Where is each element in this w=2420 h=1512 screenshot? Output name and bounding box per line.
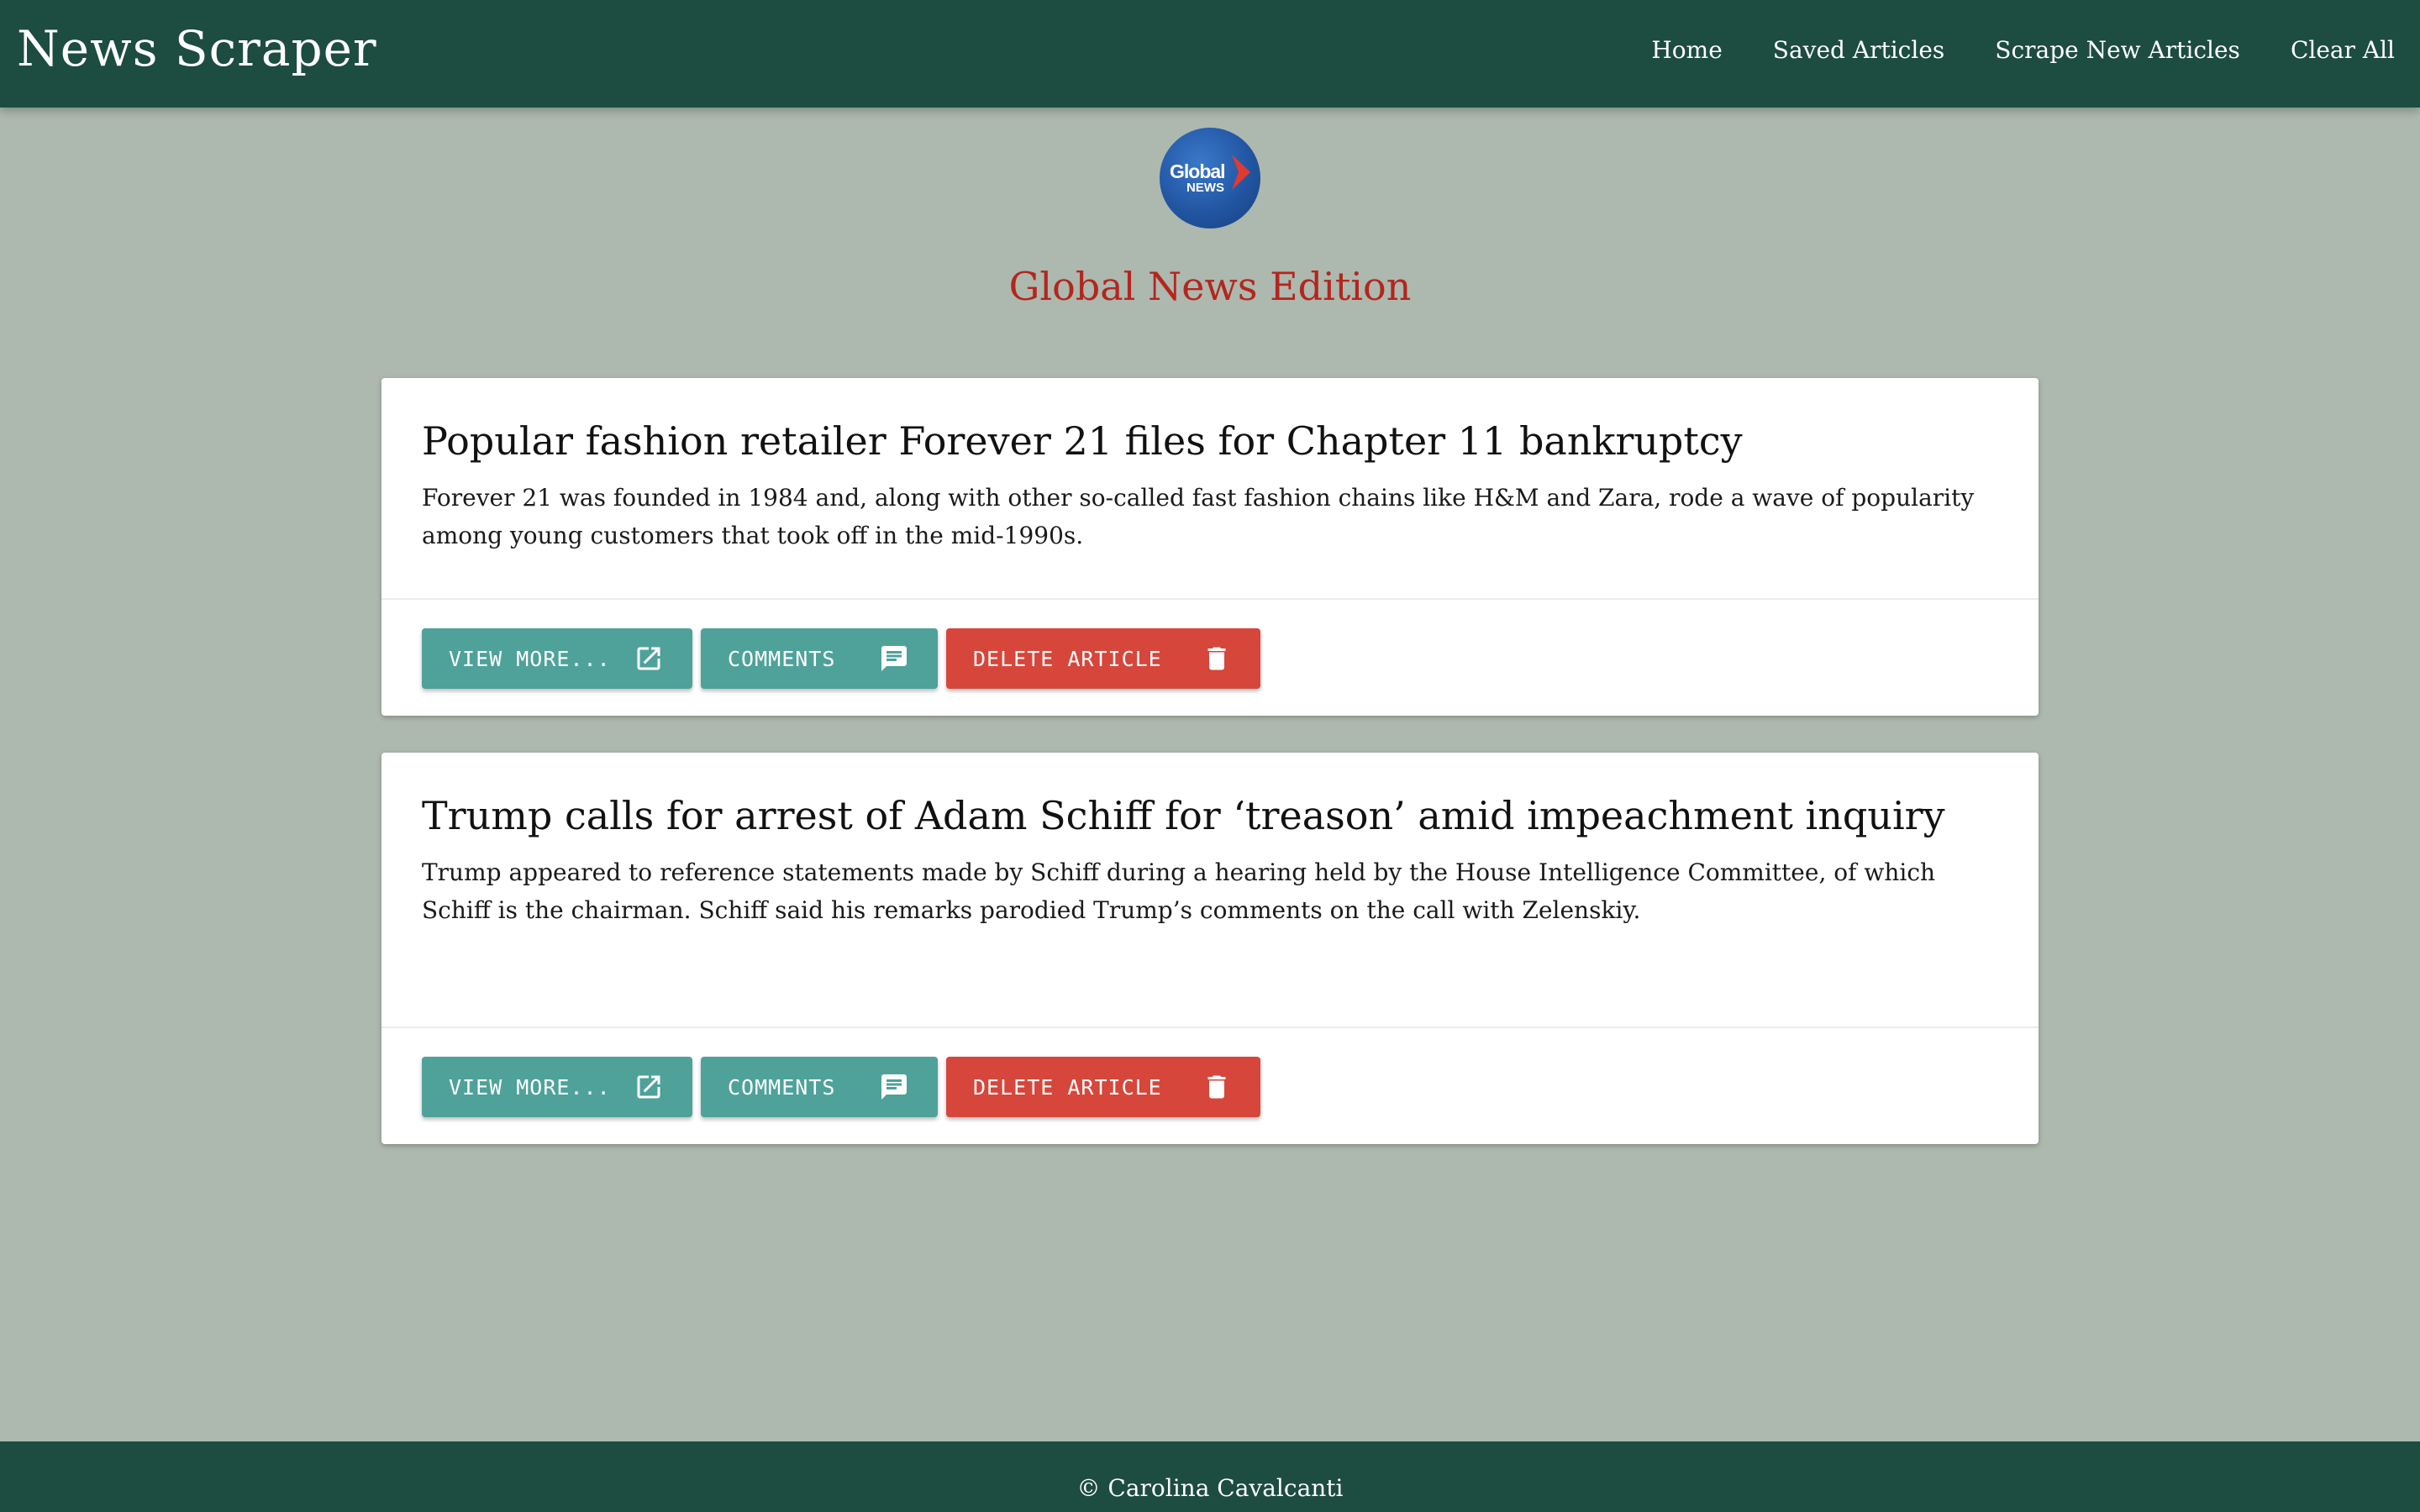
nav-home-link[interactable]: Home	[1651, 30, 1722, 71]
article-actions: VIEW MORE... COMMENTS DELETE ARTICLE	[422, 628, 1260, 689]
article-content: Popular fashion retailer Forever 21 file…	[422, 413, 1998, 554]
view-more-button[interactable]: VIEW MORE...	[422, 628, 692, 689]
article-actions: VIEW MORE... COMMENTS DELETE ARTICLE	[422, 1057, 1260, 1117]
nav-scrape-new-articles-link[interactable]: Scrape New Articles	[1995, 30, 2240, 71]
logo-text-news: NEWS	[1186, 181, 1224, 195]
nav-clear-all-link[interactable]: Clear All	[2291, 30, 2395, 71]
card-divider	[381, 1026, 2039, 1028]
navbar: News Scraper Home Saved Articles Scrape …	[0, 0, 2420, 108]
view-more-button[interactable]: VIEW MORE...	[422, 1057, 692, 1117]
view-more-label: VIEW MORE...	[449, 1074, 611, 1100]
article-content: Trump calls for arrest of Adam Schiff fo…	[422, 788, 1998, 929]
nav-links: Home Saved Articles Scrape New Articles …	[1651, 30, 2395, 71]
open-in-new-icon	[637, 647, 660, 670]
delete-article-label: DELETE ARTICLE	[973, 1074, 1162, 1100]
comments-label: COMMENTS	[728, 1074, 836, 1100]
comments-button[interactable]: COMMENTS	[701, 1057, 938, 1117]
comments-label: COMMENTS	[728, 646, 836, 671]
article-title: Popular fashion retailer Forever 21 file…	[422, 418, 1743, 464]
article-title: Trump calls for arrest of Adam Schiff fo…	[422, 793, 1945, 838]
delete-article-button[interactable]: DELETE ARTICLE	[946, 628, 1260, 689]
article-summary: Trump appeared to reference statements m…	[422, 858, 1936, 924]
view-more-label: VIEW MORE...	[449, 646, 611, 671]
article-card: Popular fashion retailer Forever 21 file…	[381, 378, 2039, 716]
open-in-new-icon	[637, 1075, 660, 1099]
logo-chevron-icon	[1232, 155, 1250, 190]
global-news-logo: Global NEWS	[1160, 128, 1260, 228]
comment-icon	[881, 1074, 907, 1100]
card-divider	[381, 598, 2039, 600]
article-summary: Forever 21 was founded in 1984 and, alon…	[422, 484, 1975, 549]
edition-title: Global News Edition	[1008, 264, 1412, 309]
comment-icon	[881, 646, 907, 671]
nav-saved-articles-link[interactable]: Saved Articles	[1773, 30, 1944, 71]
footer: © Carolina Cavalcanti	[0, 1441, 2420, 1512]
trash-icon	[1207, 1075, 1226, 1099]
delete-article-label: DELETE ARTICLE	[973, 646, 1162, 671]
footer-copyright: © Carolina Cavalcanti	[1076, 1474, 1344, 1502]
logo-text-global: Global	[1170, 160, 1226, 182]
delete-article-button[interactable]: DELETE ARTICLE	[946, 1057, 1260, 1117]
brand-logo-link[interactable]: News Scraper	[17, 15, 377, 82]
comments-button[interactable]: COMMENTS	[701, 628, 938, 689]
article-card: Trump calls for arrest of Adam Schiff fo…	[381, 753, 2039, 1144]
trash-icon	[1207, 647, 1226, 670]
